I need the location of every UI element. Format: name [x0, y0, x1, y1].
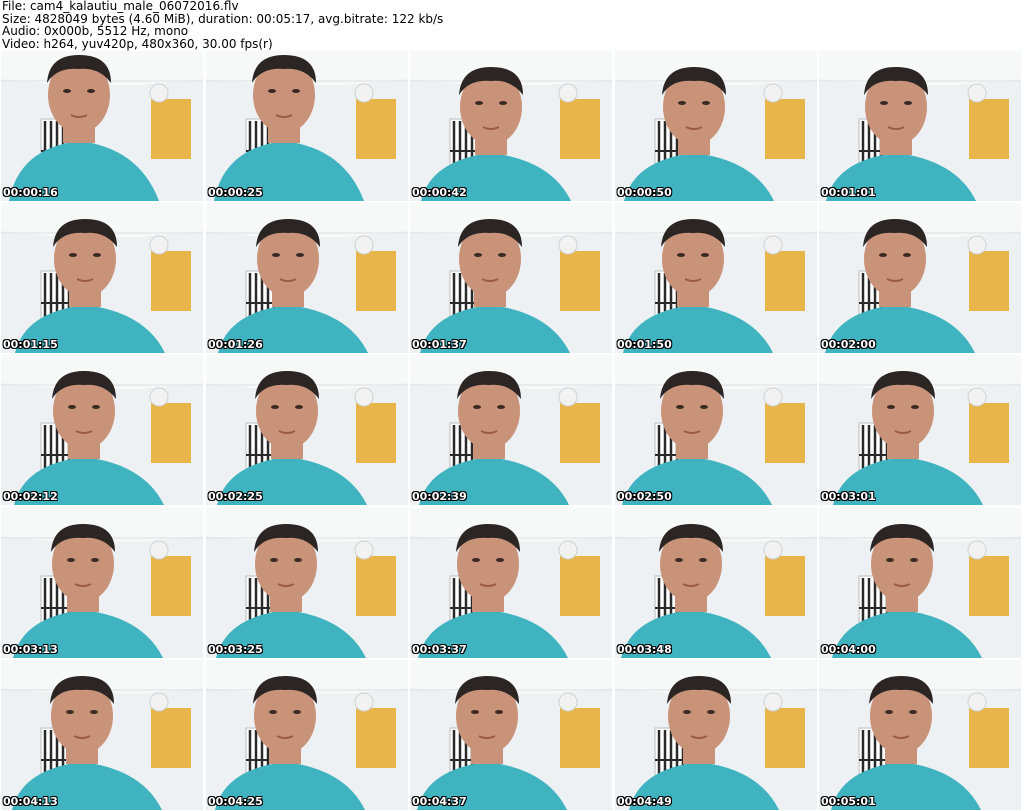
- thumbnail-frame: 00:03:48: [615, 508, 817, 658]
- timestamp-label: 00:02:39: [412, 490, 467, 503]
- timestamp-label: 00:02:00: [821, 338, 876, 351]
- timestamp-label: 00:02:50: [617, 490, 672, 503]
- thumbnail-frame: 00:03:25: [206, 508, 408, 658]
- audio-info-line: Audio: 0x000b, 5512 Hz, mono: [2, 24, 189, 38]
- thumbnail-frame: 00:01:37: [410, 203, 612, 353]
- thumbnail-frame: 00:04:49: [615, 660, 817, 810]
- thumbnail-frame: 00:00:42: [410, 51, 612, 201]
- video-info-line: Video: h264, yuv420p, 480x360, 30.00 fps…: [2, 36, 273, 51]
- timestamp-label: 00:04:49: [617, 795, 672, 808]
- webcam-frame-image: [206, 355, 408, 505]
- webcam-frame-image: [819, 51, 1021, 201]
- webcam-frame-image: [819, 203, 1021, 353]
- webcam-frame-image: [410, 51, 612, 201]
- webcam-frame-image: [1, 203, 203, 353]
- webcam-frame-image: [819, 355, 1021, 505]
- thumbnail-frame: 00:04:37: [410, 660, 612, 810]
- webcam-frame-image: [1, 355, 203, 505]
- thumbnail-grid: 00:00:16 00:00:25 00:00:42 00:00:50 00:01:01…: [0, 50, 1024, 811]
- webcam-frame-image: [615, 203, 817, 353]
- thumbnail-frame: 00:04:00: [819, 508, 1021, 658]
- webcam-frame-image: [206, 660, 408, 810]
- timestamp-label: 00:02:12: [3, 490, 58, 503]
- webcam-frame-image: [410, 203, 612, 353]
- thumbnail-frame: 00:02:50: [615, 355, 817, 505]
- webcam-frame-image: [206, 508, 408, 658]
- thumbnail-frame: 00:01:50: [615, 203, 817, 353]
- timestamp-label: 00:04:13: [3, 795, 58, 808]
- thumbnail-frame: 00:00:25: [206, 51, 408, 201]
- timestamp-label: 00:03:25: [208, 643, 263, 656]
- thumbnail-frame: 00:03:01: [819, 355, 1021, 505]
- timestamp-label: 00:03:37: [412, 643, 467, 656]
- webcam-frame-image: [615, 51, 817, 201]
- thumbnail-frame: 00:04:13: [1, 660, 203, 810]
- webcam-frame-image: [410, 660, 612, 810]
- webcam-frame-image: [819, 660, 1021, 810]
- timestamp-label: 00:00:16: [3, 186, 58, 199]
- file-info-header: File: cam4_kalautiu_male_06072016.flv Siz…: [2, 0, 443, 50]
- webcam-frame-image: [1, 51, 203, 201]
- thumbnail-frame: 00:03:13: [1, 508, 203, 658]
- timestamp-label: 00:02:25: [208, 490, 263, 503]
- timestamp-label: 00:03:48: [617, 643, 672, 656]
- webcam-frame-image: [206, 203, 408, 353]
- thumbnail-frame: 00:05:01: [819, 660, 1021, 810]
- webcam-frame-image: [410, 508, 612, 658]
- timestamp-label: 00:01:50: [617, 338, 672, 351]
- webcam-frame-image: [1, 508, 203, 658]
- thumbnail-frame: 00:01:26: [206, 203, 408, 353]
- thumbnail-frame: 00:03:37: [410, 508, 612, 658]
- webcam-frame-image: [615, 660, 817, 810]
- timestamp-label: 00:05:01: [821, 795, 876, 808]
- timestamp-label: 00:03:13: [3, 643, 58, 656]
- webcam-frame-image: [615, 355, 817, 505]
- timestamp-label: 00:01:26: [208, 338, 263, 351]
- thumbnail-frame: 00:04:25: [206, 660, 408, 810]
- webcam-frame-image: [615, 508, 817, 658]
- timestamp-label: 00:00:50: [617, 186, 672, 199]
- thumbnail-frame: 00:01:15: [1, 203, 203, 353]
- webcam-frame-image: [819, 508, 1021, 658]
- webcam-frame-image: [1, 660, 203, 810]
- timestamp-label: 00:03:01: [821, 490, 876, 503]
- webcam-frame-image: [206, 51, 408, 201]
- thumbnail-frame: 00:02:39: [410, 355, 612, 505]
- timestamp-label: 00:01:37: [412, 338, 467, 351]
- timestamp-label: 00:00:42: [412, 186, 467, 199]
- timestamp-label: 00:04:00: [821, 643, 876, 656]
- thumbnail-frame: 00:02:12: [1, 355, 203, 505]
- webcam-frame-image: [410, 355, 612, 505]
- timestamp-label: 00:00:25: [208, 186, 263, 199]
- thumbnail-frame: 00:00:16: [1, 51, 203, 201]
- thumbnail-frame: 00:00:50: [615, 51, 817, 201]
- timestamp-label: 00:01:15: [3, 338, 58, 351]
- file-name-line: File: cam4_kalautiu_male_06072016.flv: [2, 0, 239, 13]
- timestamp-label: 00:04:37: [412, 795, 467, 808]
- thumbnail-frame: 00:02:25: [206, 355, 408, 505]
- thumbnail-frame: 00:02:00: [819, 203, 1021, 353]
- thumbnail-frame: 00:01:01: [819, 51, 1021, 201]
- timestamp-label: 00:04:25: [208, 795, 263, 808]
- timestamp-label: 00:01:01: [821, 186, 876, 199]
